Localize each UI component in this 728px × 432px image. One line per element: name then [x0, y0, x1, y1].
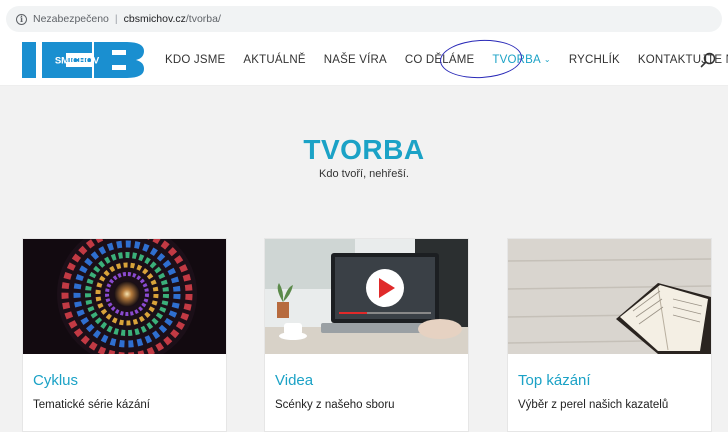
chevron-down-icon: ⌄	[543, 55, 551, 64]
nav-item-aktualne[interactable]: AKTUÁLNĚ	[243, 54, 305, 66]
card-top-kazani[interactable]: Top kázání Výběr z perel našich kazatelů	[507, 238, 712, 432]
card-cyklus[interactable]: Cyklus Tematické série kázání	[22, 238, 227, 432]
url-separator: |	[114, 13, 118, 25]
search-icon[interactable]	[700, 52, 716, 68]
open-bible-image	[508, 239, 711, 354]
hero-section: TVORBA Kdo tvoří, nehřeší. Cyklus Temati…	[0, 86, 728, 432]
url-host: cbsmichov.cz	[123, 13, 186, 25]
card-description: Výběr z perel našich kazatelů	[518, 399, 669, 411]
security-label: Nezabezpečeno	[33, 13, 109, 25]
card-title: Videa	[275, 372, 314, 389]
page-title: TVORBA	[303, 134, 425, 165]
cb-smichov-logo[interactable]: SMÍCHOV	[22, 42, 144, 78]
browser-url-bar: i Nezabezpečeno | cbsmichov.cz /tvorba/	[0, 0, 728, 34]
site-header: SMÍCHOV KDO JSME AKTUÁLNĚ NAŠE VÍRA CO D…	[0, 34, 728, 86]
card-description: Scénky z našeho sboru	[275, 399, 395, 411]
card-description: Tematické série kázání	[33, 399, 150, 411]
page-subtitle: Kdo tvoří, nehřeší.	[319, 168, 409, 180]
nav-item-kdo-jsme[interactable]: KDO JSME	[165, 54, 225, 66]
nav-item-tvorba-label: TVORBA	[492, 54, 541, 66]
main-nav: KDO JSME AKTUÁLNĚ NAŠE VÍRA CO DĚLÁME TV…	[165, 34, 728, 86]
laptop-video-image	[265, 239, 468, 354]
logo-text: SMÍCHOV	[55, 56, 100, 67]
url-path: /tvorba/	[185, 13, 221, 25]
nav-item-nase-vira[interactable]: NAŠE VÍRA	[324, 54, 387, 66]
nav-item-co-delame[interactable]: CO DĚLÁME	[405, 54, 475, 66]
info-icon[interactable]: i	[16, 13, 27, 25]
card-videa[interactable]: Videa Scénky z našeho sboru	[264, 238, 469, 432]
stained-glass-image	[23, 239, 226, 354]
address-bar[interactable]: i Nezabezpečeno | cbsmichov.cz /tvorba/	[6, 6, 722, 32]
card-title: Top kázání	[518, 372, 591, 389]
card-title: Cyklus	[33, 372, 79, 389]
nav-item-tvorba[interactable]: TVORBA ⌄	[492, 54, 550, 66]
nav-item-rychlik[interactable]: RYCHLÍK	[569, 54, 620, 66]
